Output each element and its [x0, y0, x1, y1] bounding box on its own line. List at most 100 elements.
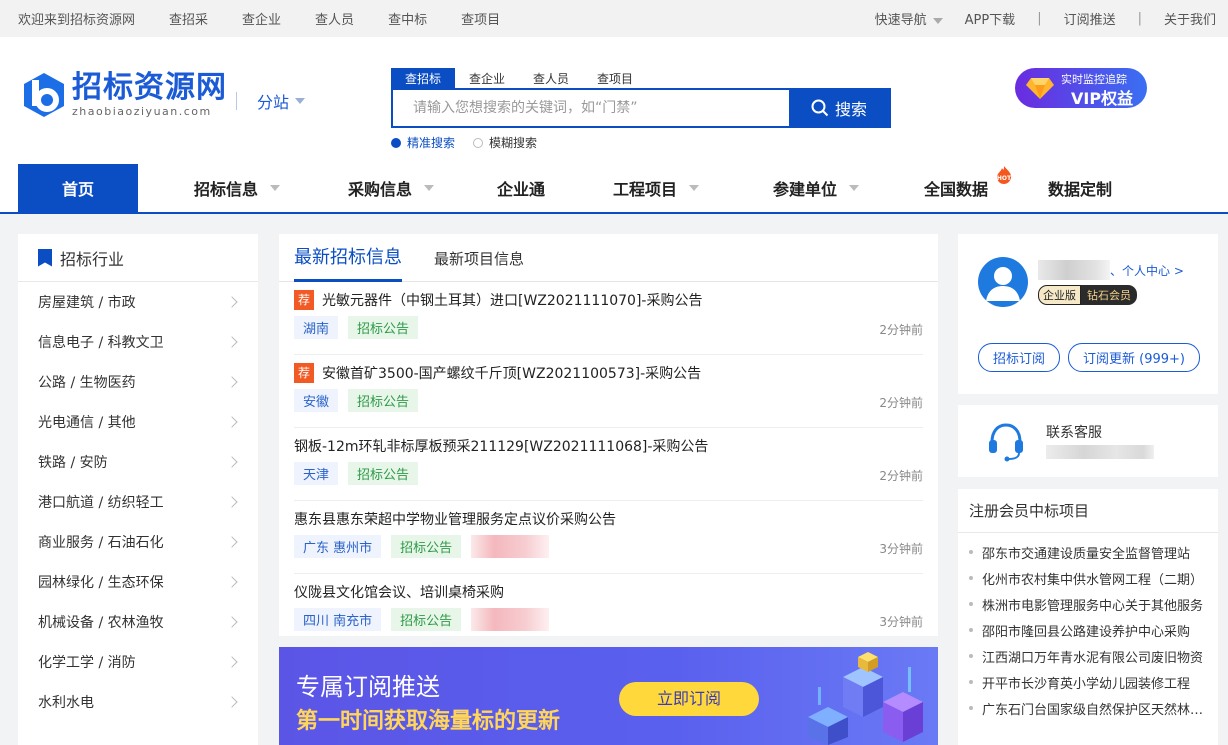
industry-label: 信息电子 / 科教文卫: [38, 335, 164, 351]
listing-title[interactable]: 仪陇县文化馆会议、培训桌椅采购: [294, 582, 504, 602]
nav-national-data[interactable]: 全国数据 HOT: [896, 164, 1016, 212]
quick-nav-dropdown[interactable]: 快速导航: [875, 9, 943, 28]
subscription-updates-button[interactable]: 订阅更新 (999+): [1068, 343, 1200, 372]
app-download-link[interactable]: APP下载: [965, 9, 1016, 28]
industry-item[interactable]: 商业服务 / 石油石化: [18, 522, 258, 562]
welcome-text: 欢迎来到招标资源网: [18, 13, 136, 28]
region-tag[interactable]: 湖南: [294, 316, 339, 339]
list-item[interactable]: 江西湖口万年青水泥有限公司废旧物资: [958, 643, 1218, 669]
list-item[interactable]: 仪陇县文化馆会议、培训桌椅采购 四川 南充市 招标公告 3分钟前: [294, 574, 923, 647]
search-tab-xiangmu[interactable]: 查项目: [583, 68, 647, 89]
listing-title[interactable]: 惠东县惠东荣超中学物业管理服务定点议价采购公告: [294, 509, 616, 529]
project-name: 广东石门台国家级自然保护区天然林保护: [982, 702, 1208, 718]
industry-item[interactable]: 化学工学 / 消防: [18, 642, 258, 682]
top-link-zhongbiao[interactable]: 查中标: [388, 9, 427, 28]
nav-bidding-info[interactable]: 招标信息: [138, 164, 316, 212]
list-item[interactable]: 化州市农村集中供水管网工程（二期）: [958, 565, 1218, 591]
industry-label: 化学工学 / 消防: [38, 655, 136, 671]
top-link-renyuan[interactable]: 查人员: [315, 9, 354, 28]
list-item[interactable]: 广东石门台国家级自然保护区天然林保护: [958, 695, 1218, 721]
list-item[interactable]: 邵阳市隆回县公路建设养护中心采购: [958, 617, 1218, 643]
isometric-blocks-icon: [808, 652, 923, 745]
bullet-icon: [969, 706, 973, 710]
region-tag[interactable]: 安徽: [294, 389, 339, 412]
logo-icon: [22, 72, 66, 118]
nav-procurement-info[interactable]: 采购信息: [316, 164, 466, 212]
avatar[interactable]: [978, 257, 1028, 307]
personal-center-link[interactable]: 、个人中心 >: [1110, 262, 1184, 279]
listing-title[interactable]: 荐安徽首矿3500-国产螺纹千斤顶[WZ2021100573]-采购公告: [294, 363, 701, 383]
listing-title-text: 光敏元器件（中钢土耳其）进口[WZ2021111070]-采购公告: [322, 293, 703, 309]
list-item[interactable]: 荐光敏元器件（中钢土耳其）进口[WZ2021111070]-采购公告 湖南 招标…: [294, 282, 923, 355]
radio-checked-icon: [391, 138, 401, 148]
nav-contractors[interactable]: 参建单位: [736, 164, 896, 212]
vip-button[interactable]: 实时监控追踪 VIP权益: [1015, 68, 1147, 108]
search-button[interactable]: 搜索: [789, 90, 889, 126]
list-item[interactable]: 株洲市电影管理服务中心关于其他服务: [958, 591, 1218, 617]
chevron-down-icon: [424, 185, 434, 191]
subscribe-banner[interactable]: 专属订阅推送 第一时间获取海量标的更新 立即订阅: [279, 647, 938, 745]
top-link-zhaocai[interactable]: 查招采: [169, 9, 208, 28]
industry-label: 园林绿化 / 生态环保: [38, 575, 164, 591]
site-logo[interactable]: 招标资源网 zhaobiaoziyuan.com: [22, 71, 227, 118]
nav-enterprise[interactable]: 企业通: [466, 164, 576, 212]
list-item[interactable]: 钢板-12m环轧非标厚板预采211129[WZ2021111068]-采购公告 …: [294, 428, 923, 501]
industry-item[interactable]: 公路 / 生物医药: [18, 362, 258, 402]
search-box: 搜索: [391, 88, 891, 128]
industry-item[interactable]: 机械设备 / 农林渔牧: [18, 602, 258, 642]
top-link-qiye[interactable]: 查企业: [242, 9, 281, 28]
search-tab-qiye[interactable]: 查企业: [455, 68, 519, 89]
industry-item[interactable]: 港口航道 / 纺织轻工: [18, 482, 258, 522]
top-link-xiangmu[interactable]: 查项目: [461, 9, 500, 28]
subscribe-now-button[interactable]: 立即订阅: [619, 682, 759, 716]
listing-title[interactable]: 钢板-12m环轧非标厚板预采211129[WZ2021111068]-采购公告: [294, 436, 708, 456]
type-tag[interactable]: 招标公告: [348, 389, 419, 412]
divider: [236, 92, 237, 110]
region-tag[interactable]: 广东 惠州市: [294, 535, 382, 558]
fuzzy-search-radio[interactable]: 模糊搜索: [473, 134, 537, 151]
listing-title-text: 仪陇县文化馆会议、培训桌椅采购: [294, 585, 504, 601]
search-tab-renyuan[interactable]: 查人员: [519, 68, 583, 89]
industry-item[interactable]: 铁路 / 安防: [18, 442, 258, 482]
exact-search-radio[interactable]: 精准搜索: [391, 134, 455, 151]
customer-service-card[interactable]: 联系客服: [958, 405, 1218, 477]
bullet-icon: [969, 576, 973, 580]
listing-tags: 湖南 招标公告: [294, 316, 419, 339]
search-options: 精准搜索 模糊搜索: [391, 134, 537, 151]
industry-item[interactable]: 光电通信 / 其他: [18, 402, 258, 442]
search-tab-zhaobiao[interactable]: 查招标: [391, 68, 456, 89]
type-tag[interactable]: 招标公告: [348, 462, 419, 485]
type-tag[interactable]: 招标公告: [391, 608, 462, 631]
tab-latest-projects[interactable]: 最新项目信息: [434, 248, 524, 281]
industry-item[interactable]: 水利水电: [18, 682, 258, 722]
listing-title[interactable]: 荐光敏元器件（中钢土耳其）进口[WZ2021111070]-采购公告: [294, 290, 702, 310]
list-item[interactable]: 邵东市交通建设质量安全监督管理站: [958, 539, 1218, 565]
search-input[interactable]: [393, 90, 789, 126]
region-tag[interactable]: 天津: [294, 462, 339, 485]
list-item[interactable]: 惠东县惠东荣超中学物业管理服务定点议价采购公告 广东 惠州市 招标公告 3分钟前: [294, 501, 923, 574]
username-blurred: [1038, 260, 1110, 280]
blurred-tag: [471, 535, 550, 558]
industry-item[interactable]: 信息电子 / 科教文卫: [18, 322, 258, 362]
chevron-down-icon: [295, 98, 306, 104]
tab-latest-bidding[interactable]: 最新招标信息: [294, 243, 402, 282]
bid-subscribe-button[interactable]: 招标订阅: [978, 343, 1061, 372]
industry-item[interactable]: 园林绿化 / 生态环保: [18, 562, 258, 602]
substation-dropdown[interactable]: 分站: [236, 89, 306, 113]
list-item[interactable]: 开平市长沙育英小学幼儿园装修工程: [958, 669, 1218, 695]
subscribe-push-link[interactable]: 订阅推送: [1064, 9, 1116, 28]
user-actions: 招标订阅 订阅更新 (999+): [978, 343, 1200, 372]
type-tag[interactable]: 招标公告: [348, 316, 419, 339]
industry-item[interactable]: 房屋建筑 / 市政: [18, 282, 258, 322]
about-link[interactable]: 关于我们: [1164, 9, 1216, 28]
nav-home[interactable]: 首页: [18, 164, 138, 212]
radio-unchecked-icon: [473, 138, 484, 148]
type-tag[interactable]: 招标公告: [391, 535, 462, 558]
nav-data-custom[interactable]: 数据定制: [1016, 164, 1144, 212]
listing-time: 2分钟前: [879, 323, 923, 337]
bullet-icon: [969, 628, 973, 632]
industry-label: 光电通信 / 其他: [38, 415, 136, 431]
region-tag[interactable]: 四川 南充市: [294, 608, 382, 631]
nav-projects[interactable]: 工程项目: [576, 164, 736, 212]
list-item[interactable]: 荐安徽首矿3500-国产螺纹千斤顶[WZ2021100573]-采购公告 安徽 …: [294, 355, 923, 428]
